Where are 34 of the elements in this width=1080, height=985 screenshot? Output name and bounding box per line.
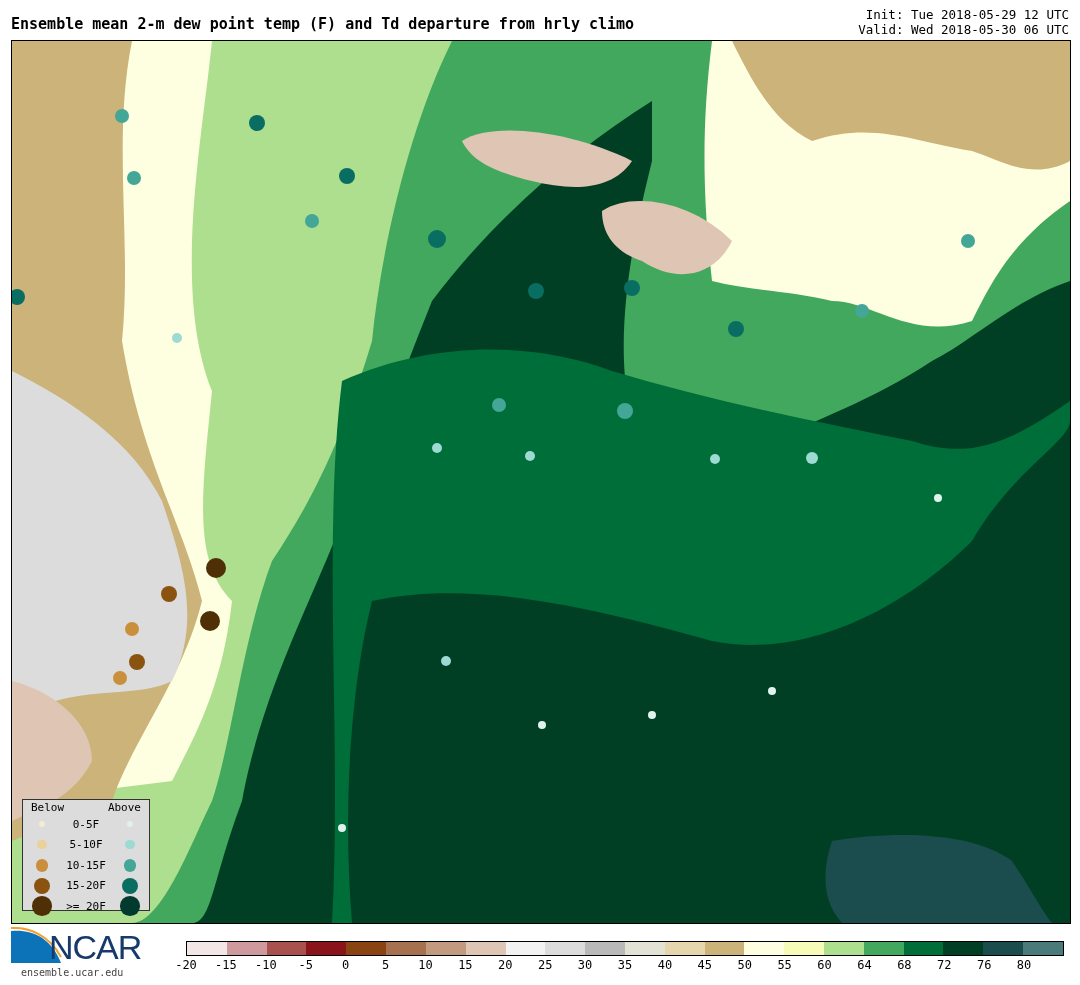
tick-label: 0 (342, 958, 350, 972)
tick-label: 15 (458, 958, 473, 972)
legend-label: 5-10F (68, 838, 104, 852)
tick-label: 72 (937, 958, 952, 972)
legend-label: >= 20F (65, 899, 107, 913)
tick-label: -10 (254, 958, 277, 972)
tick-label: 5 (381, 958, 390, 972)
legend-label: 0-5F (71, 817, 101, 831)
tick-label: 35 (617, 958, 633, 972)
website-url: ensemble.ucar.edu (21, 967, 125, 978)
tick-label: 10 (418, 958, 433, 972)
tick-label: 60 (817, 958, 832, 972)
tick-label: 80 (1016, 958, 1032, 972)
tick-label: -5 (298, 958, 313, 972)
tick-label: -20 (175, 958, 197, 972)
legend-label: 15-20F (65, 879, 107, 893)
tick-label: 76 (976, 958, 992, 972)
tick-label: 55 (777, 958, 792, 972)
tick-label: 64 (857, 958, 872, 972)
valid-time: Valid: Wed 2018-05-30 06 UTC (858, 22, 1069, 37)
tick-label: 45 (697, 958, 713, 972)
init-time: Init: Tue 2018-05-29 12 UTC (865, 7, 1069, 22)
legend-heading: Above (107, 801, 141, 814)
tick-label: 50 (737, 958, 752, 972)
tick-label: 30 (577, 958, 593, 972)
tick-label: 25 (537, 958, 553, 972)
tick-label: 20 (498, 958, 513, 972)
tick-label: -15 (215, 958, 237, 972)
logo-text: NCAR (49, 927, 142, 967)
plot-title: Ensemble mean 2-m dew point temp (F) and Td departure from hrly climo (11, 15, 635, 33)
tick-label: 40 (657, 958, 673, 972)
legend-heading: Below (31, 801, 65, 814)
legend-label: 10-15F (65, 858, 107, 872)
tick-label: 68 (897, 958, 912, 972)
